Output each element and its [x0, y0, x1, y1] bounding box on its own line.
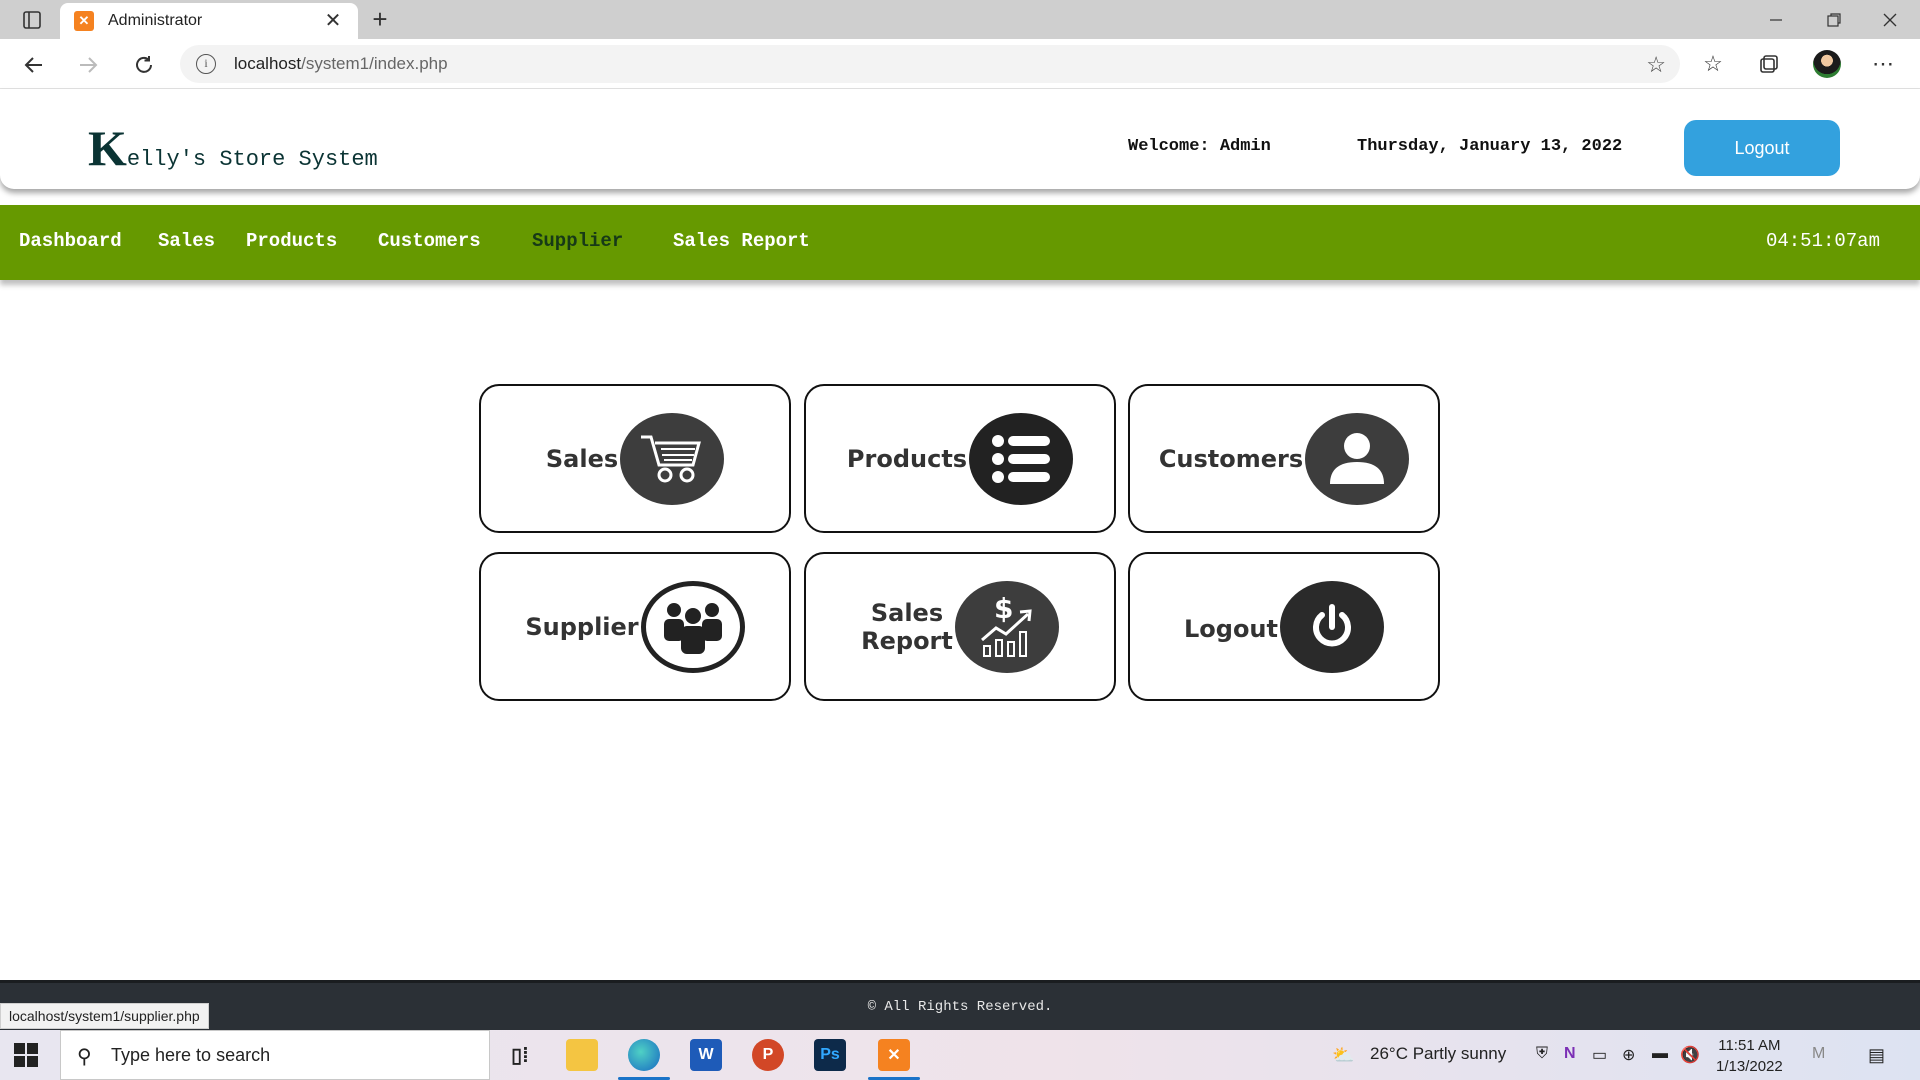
supplier-group-icon: [640, 580, 745, 673]
taskbar: ⚲ Type here to search ▯⁞ W P Ps ✕ ⛅ 26°C…: [0, 1030, 1920, 1080]
network-globe-icon[interactable]: ⊕: [1622, 1045, 1635, 1065]
onenote-icon[interactable]: N: [1564, 1045, 1576, 1063]
nav-products[interactable]: Products: [246, 230, 337, 252]
address-bar: i localhost/system1/index.php ☆ ☆ ⋯: [0, 39, 1920, 89]
power-icon: [1280, 580, 1384, 673]
url-field[interactable]: i localhost/system1/index.php ☆: [180, 45, 1680, 83]
favorites-icon[interactable]: ☆: [1696, 47, 1730, 81]
logout-button[interactable]: Logout: [1684, 120, 1840, 176]
sales-card[interactable]: Sales: [479, 384, 791, 533]
logout-card[interactable]: Logout: [1128, 552, 1440, 701]
page: Kelly's Store System Welcome: Admin Thur…: [0, 89, 1920, 1030]
customers-card-label: Customers: [1158, 444, 1304, 473]
notifications-icon[interactable]: ▤: [1868, 1045, 1885, 1066]
more-menu-icon[interactable]: ⋯: [1866, 47, 1900, 81]
minimize-icon[interactable]: [1748, 0, 1804, 39]
sales-report-card[interactable]: Sales Report $: [804, 552, 1116, 701]
task-view-icon[interactable]: ▯⁞: [504, 1039, 536, 1071]
site-header: Kelly's Store System Welcome: Admin Thur…: [0, 89, 1920, 189]
sales-report-card-label: Sales Report: [861, 599, 953, 655]
forward-arrow-icon[interactable]: [72, 49, 104, 81]
customer-user-icon: [1305, 412, 1410, 505]
site-footer: © All Rights Reserved.: [0, 980, 1920, 1030]
sales-report-line1: Sales: [870, 598, 944, 627]
security-shield-icon[interactable]: ⛨: [1536, 1045, 1548, 1063]
copyright-text: © All Rights Reserved.: [867, 999, 1053, 1015]
main-nav: Dashboard Sales Products Customers Suppl…: [0, 205, 1920, 280]
edge-browser-icon[interactable]: [628, 1039, 660, 1071]
taskbar-time: 11:51 AM: [1718, 1037, 1781, 1054]
supplier-card-label: Supplier: [525, 612, 639, 641]
nav-customers[interactable]: Customers: [378, 230, 481, 252]
file-explorer-icon[interactable]: [566, 1039, 598, 1071]
word-icon[interactable]: W: [690, 1039, 722, 1071]
search-placeholder: Type here to search: [111, 1045, 271, 1065]
new-tab-button[interactable]: +: [366, 6, 394, 34]
taskbar-clock[interactable]: 11:51 AM 1/13/2022: [1716, 1035, 1783, 1077]
nav-sales-report[interactable]: Sales Report: [673, 230, 810, 252]
add-favorite-star-icon[interactable]: ☆: [1646, 52, 1666, 78]
browser-tab[interactable]: ✕ Administrator ✕: [60, 3, 358, 39]
url-path: /system1/index.php: [301, 54, 448, 73]
live-clock: 04:51:07am: [1765, 230, 1880, 252]
products-card[interactable]: Products: [804, 384, 1116, 533]
url-host: localhost: [234, 54, 302, 73]
close-tab-icon[interactable]: ✕: [322, 10, 344, 32]
monogram-app-icon[interactable]: M: [1812, 1045, 1825, 1063]
meet-now-icon[interactable]: ▭: [1592, 1045, 1607, 1065]
product-list-icon: [969, 412, 1074, 505]
taskbar-date: 1/13/2022: [1716, 1058, 1783, 1075]
photoshop-icon[interactable]: Ps: [814, 1039, 846, 1071]
nav-sales[interactable]: Sales: [158, 230, 215, 252]
status-link-preview: localhost/system1/supplier.php: [0, 1003, 209, 1029]
close-window-icon[interactable]: [1862, 0, 1918, 39]
back-arrow-icon[interactable]: [18, 49, 50, 81]
url-text: localhost/system1/index.php: [234, 54, 448, 74]
weather-icon: ⛅: [1332, 1045, 1355, 1065]
xampp-icon[interactable]: ✕: [878, 1039, 910, 1071]
windows-start-icon[interactable]: [14, 1043, 38, 1067]
site-info-icon[interactable]: i: [196, 54, 216, 74]
svg-text:$: $: [994, 592, 1013, 625]
site-logo: Kelly's Store System: [88, 119, 378, 177]
sales-report-line2: Report: [861, 626, 953, 655]
collections-icon[interactable]: [1752, 47, 1786, 81]
xampp-favicon-icon: ✕: [74, 11, 94, 31]
supplier-card[interactable]: Supplier: [479, 552, 791, 701]
restore-icon[interactable]: [1806, 0, 1862, 39]
products-card-label: Products: [846, 444, 968, 473]
nav-supplier[interactable]: Supplier: [532, 230, 623, 252]
customers-card[interactable]: Customers: [1128, 384, 1440, 533]
volume-muted-icon[interactable]: 🔇: [1680, 1045, 1700, 1065]
powerpoint-icon[interactable]: P: [752, 1039, 784, 1071]
logo-text: elly's Store System: [126, 147, 378, 172]
taskbar-search-box[interactable]: ⚲ Type here to search: [60, 1030, 490, 1080]
nav-dashboard[interactable]: Dashboard: [19, 230, 122, 252]
current-date: Thursday, January 13, 2022: [1357, 137, 1623, 156]
sales-report-chart-icon: $: [954, 580, 1059, 673]
browser-tab-bar: ✕ Administrator ✕ +: [0, 0, 1920, 39]
shopping-cart-icon: [620, 412, 725, 505]
search-icon: ⚲: [77, 1046, 92, 1068]
tab-actions-icon[interactable]: [14, 7, 50, 33]
welcome-text: Welcome: Admin: [1128, 137, 1271, 156]
battery-icon[interactable]: ▬: [1652, 1045, 1668, 1063]
profile-avatar-icon[interactable]: [1810, 47, 1844, 81]
sales-card-label: Sales: [545, 444, 619, 473]
tab-title: Administrator: [108, 12, 203, 29]
weather-text[interactable]: 26°C Partly sunny: [1370, 1044, 1506, 1064]
logout-card-label: Logout: [1183, 614, 1278, 643]
refresh-icon[interactable]: [128, 49, 160, 81]
logo-initial: K: [88, 120, 127, 176]
